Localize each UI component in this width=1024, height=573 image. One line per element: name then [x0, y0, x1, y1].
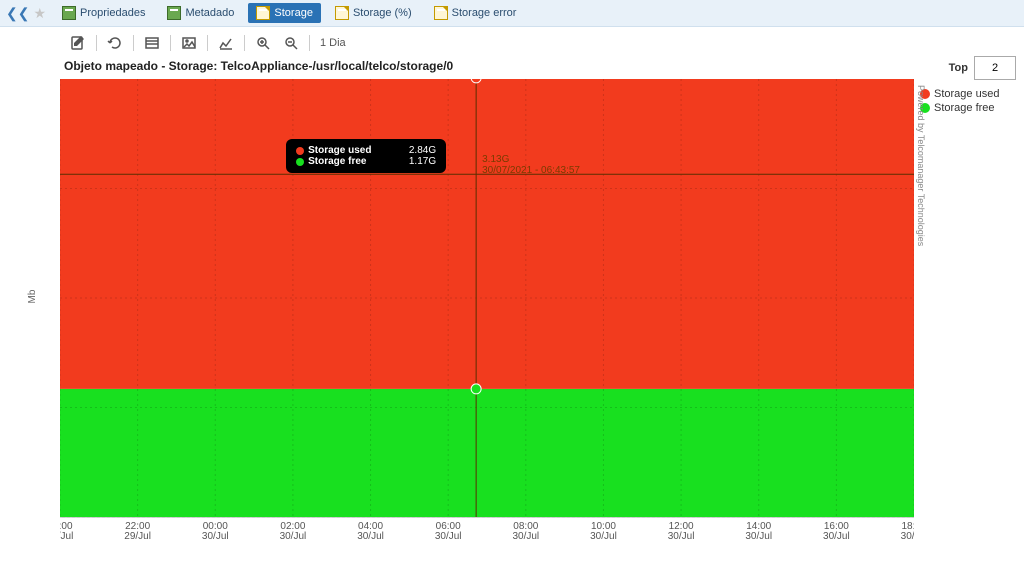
svg-text:30/Jul: 30/Jul [901, 531, 914, 542]
tab-label: Storage [274, 7, 313, 19]
legend-label: Storage free [934, 102, 995, 114]
watermark-text: Powered by Telcomanager Technologies [916, 85, 926, 246]
chart-toolbar: 1 Dia [0, 27, 1024, 59]
tab-storage-[interactable]: Storage (%) [327, 3, 420, 23]
svg-text:30/Jul: 30/Jul [745, 531, 772, 542]
right-panel: Top Storage used Storage free [920, 56, 1016, 116]
crosshair-value-label: 3.13G30/07/2021 - 06:43:57 [482, 154, 580, 176]
refresh-icon[interactable] [107, 35, 123, 51]
top-n-label: Top [949, 62, 968, 74]
edit-icon[interactable] [70, 35, 86, 51]
tab-propriedades[interactable]: Propriedades [54, 3, 153, 23]
top-n-input[interactable] [974, 56, 1016, 80]
svg-text:30/Jul: 30/Jul [823, 531, 850, 542]
svg-text:30/Jul: 30/Jul [280, 531, 307, 542]
properties-icon [167, 6, 181, 20]
document-icon [335, 6, 349, 20]
svg-text:30/Jul: 30/Jul [435, 531, 462, 542]
tab-label: Metadado [185, 7, 234, 19]
document-icon [434, 6, 448, 20]
nav-back-icon[interactable]: ❮❮ [6, 5, 29, 22]
legend-item[interactable]: Storage used [920, 88, 1016, 100]
svg-text:30/Jul: 30/Jul [590, 531, 617, 542]
tab-storage[interactable]: Storage [248, 3, 321, 23]
tab-metadado[interactable]: Metadado [159, 3, 242, 23]
svg-text:30/Jul: 30/Jul [668, 531, 695, 542]
svg-text:29/Jul: 29/Jul [124, 531, 151, 542]
legend-label: Storage used [934, 88, 999, 100]
y-axis-label: Mb [27, 290, 38, 304]
table-icon[interactable] [144, 35, 160, 51]
top-tab-bar: ❮❮ ★ Propriedades Metadado Storage Storage … [0, 0, 1024, 27]
legend-item[interactable]: Storage free [920, 102, 1016, 114]
image-icon[interactable] [181, 35, 197, 51]
chart-title: Objeto mapeado - Storage: TelcoAppliance… [0, 59, 1024, 79]
properties-icon [62, 6, 76, 20]
chart-plot-area[interactable]: 01G2G3G4G20:0029/Jul22:0029/Jul00:0030/J… [60, 79, 914, 517]
tab-label: Storage (%) [353, 7, 412, 19]
chart-type-icon[interactable] [218, 35, 234, 51]
tab-label: Propriedades [80, 7, 145, 19]
star-icon[interactable]: ★ [33, 5, 46, 22]
tab-label: Storage error [452, 7, 517, 19]
tab-storage-error[interactable]: Storage error [426, 3, 525, 23]
period-label: 1 Dia [320, 37, 346, 49]
svg-text:30/Jul: 30/Jul [512, 531, 539, 542]
svg-text:30/Jul: 30/Jul [202, 531, 229, 542]
svg-text:30/Jul: 30/Jul [357, 531, 384, 542]
zoom-in-icon[interactable] [255, 35, 271, 51]
document-icon [256, 6, 270, 20]
svg-text:29/Jul: 29/Jul [60, 531, 73, 542]
zoom-out-icon[interactable] [283, 35, 299, 51]
